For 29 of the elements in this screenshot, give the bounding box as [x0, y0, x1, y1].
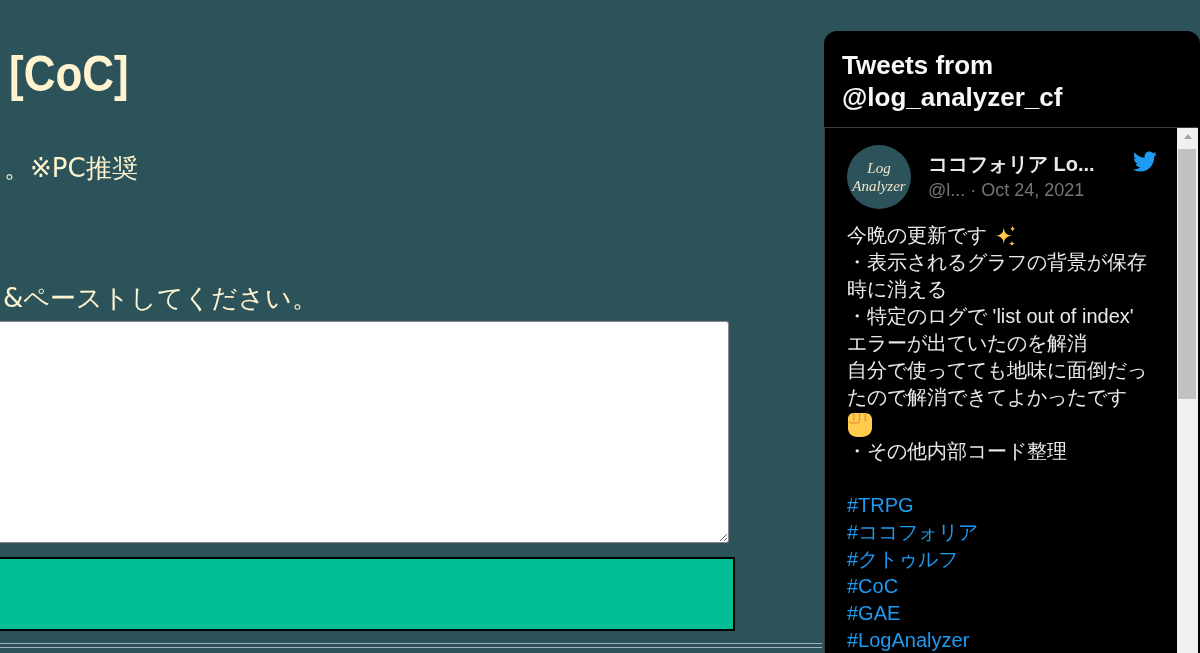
hashtag-link[interactable]: #クトゥルフ: [847, 548, 959, 570]
hashtag-link[interactable]: #TRPG: [847, 494, 914, 516]
log-input-field[interactable]: [0, 321, 729, 543]
scrollbar[interactable]: [1177, 128, 1198, 653]
bird-icon: [1132, 151, 1157, 172]
tweet-text: 今晩の更新です: [847, 223, 987, 248]
sparkle-icon: [995, 224, 1016, 247]
tweet-text: 時に消える: [847, 277, 947, 302]
avatar-logo: Log Analyzer: [847, 145, 911, 209]
notice-text: 。※PC推奨: [3, 152, 138, 185]
instruction-text: &ペーストしてください。: [2, 282, 319, 315]
page-title: [CoC]: [9, 45, 129, 103]
tweet-text: ・特定のログで 'list out of index': [847, 304, 1134, 329]
caret-up-icon: [1183, 134, 1192, 139]
widget-title: Tweets from @log_analyzer_cf: [841, 49, 1064, 114]
tweet-text: 自分で使ってても地味に面倒だっ: [847, 358, 1147, 383]
tweet-text: ・その他内部コード整理: [847, 439, 1067, 464]
hashtag-link[interactable]: #CoC: [847, 575, 899, 597]
hashtag-link[interactable]: #LogAnalyzer: [847, 629, 970, 651]
tweet-text: ・表示されるグラフの背景が保存: [847, 250, 1147, 275]
action-button[interactable]: [0, 557, 735, 631]
hashtag-link[interactable]: #ココフォリア: [847, 521, 979, 543]
hashtag-link[interactable]: #GAE: [847, 602, 901, 624]
tweet-text: たので解消できてよかったです: [847, 385, 1127, 410]
account-name[interactable]: ココフォリア Lo...: [928, 151, 1095, 177]
scrollbar-thumb[interactable]: [1178, 149, 1196, 399]
tweet-byline: @l... · Oct 24, 2021: [928, 179, 1085, 202]
tweet-text: エラーが出ていたのを解消: [847, 331, 1087, 356]
fist-icon: [847, 411, 873, 438]
